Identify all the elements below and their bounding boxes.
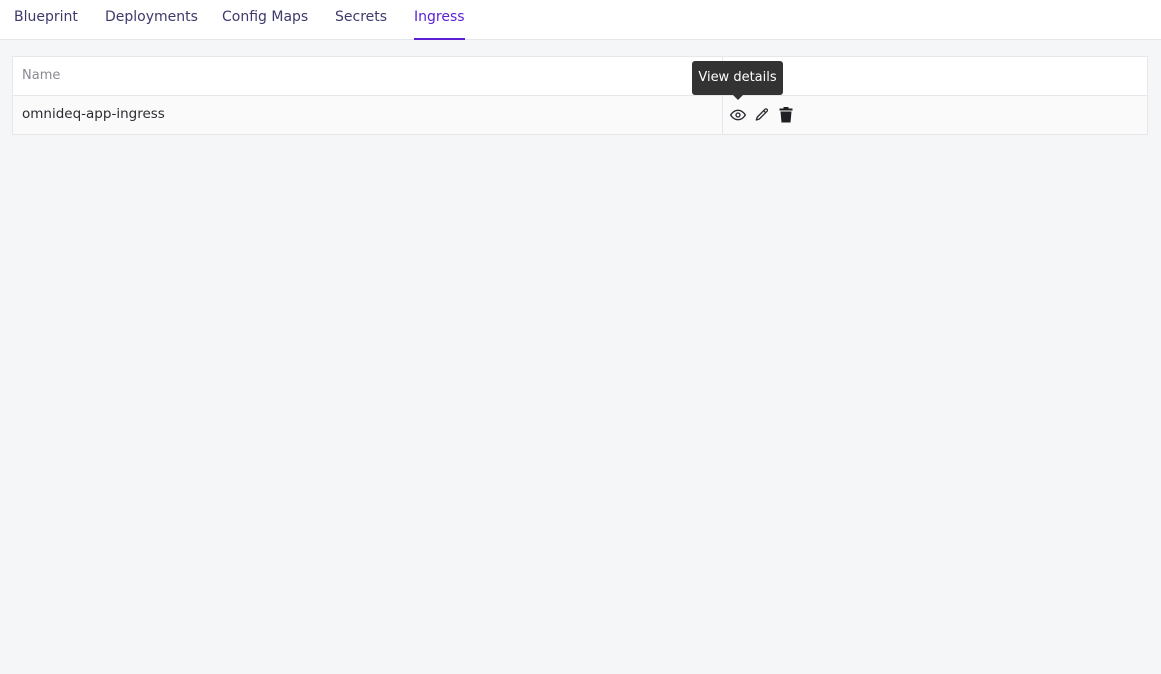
tab-blueprint[interactable]: Blueprint	[14, 0, 78, 40]
ingress-name-cell: omnideq-app-ingress	[22, 106, 165, 122]
tab-config-maps[interactable]: Config Maps	[222, 0, 308, 40]
tab-bar: Blueprint Deployments Config Maps Secret…	[0, 0, 1161, 40]
ingress-table: Name omnideq-app-ingress	[12, 56, 1148, 135]
tab-deployments[interactable]: Deployments	[105, 0, 198, 40]
eye-icon[interactable]	[729, 106, 747, 124]
column-header-name[interactable]: Name	[22, 68, 60, 83]
tab-secrets[interactable]: Secrets	[335, 0, 387, 40]
pencil-icon[interactable]	[753, 106, 771, 124]
tab-ingress[interactable]: Ingress	[414, 0, 465, 40]
table-header: Name	[13, 57, 1147, 96]
row-actions	[729, 105, 795, 125]
trash-icon[interactable]	[777, 106, 795, 124]
view-details-tooltip: View details	[692, 61, 783, 100]
table-row[interactable]: omnideq-app-ingress	[13, 96, 1147, 134]
